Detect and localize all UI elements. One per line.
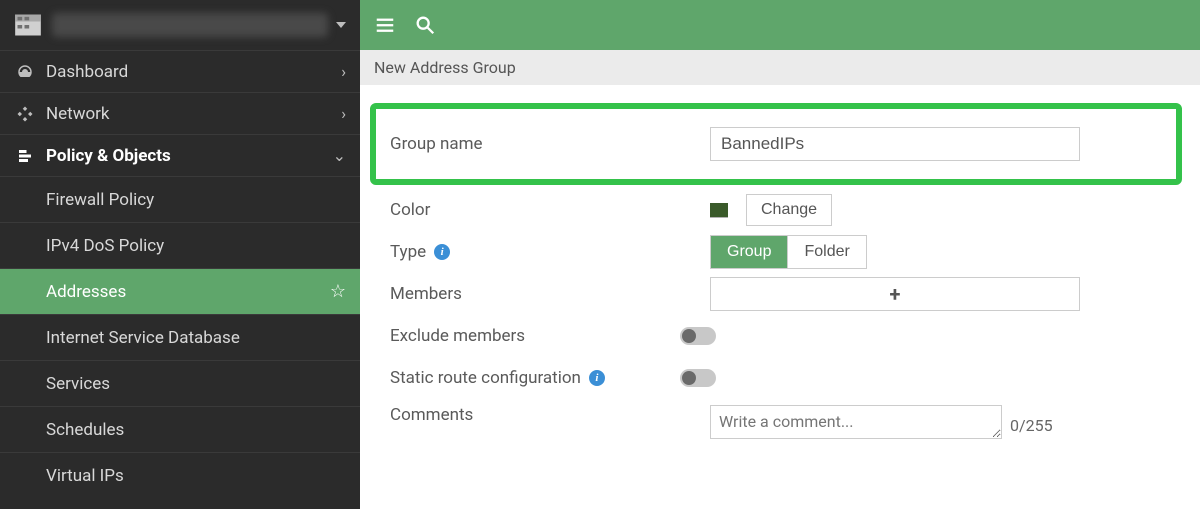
type-label: Type (390, 242, 426, 262)
plus-icon: + (890, 282, 901, 306)
sidebar-subitem-label: Schedules (46, 420, 346, 440)
star-icon[interactable]: ☆ (330, 281, 346, 302)
comments-label: Comments (390, 405, 710, 425)
breadcrumb: New Address Group (360, 50, 1200, 85)
exclude-members-row: Exclude members (370, 315, 1182, 357)
comments-count: 0/255 (1010, 416, 1053, 439)
sidebar-item-dashboard[interactable]: Dashboard › (0, 50, 360, 92)
color-row: Color Change (370, 189, 1182, 231)
type-segmented: Group Folder (710, 235, 867, 269)
chevron-right-icon: › (341, 104, 346, 123)
caret-down-icon (336, 22, 346, 28)
sidebar-nav: Dashboard › Network › Policy & Objects ⌄… (0, 50, 360, 498)
brand-label-redacted (52, 13, 328, 37)
breadcrumb-text: New Address Group (374, 58, 516, 77)
static-route-row: Static route configuration i (370, 357, 1182, 399)
sidebar: Dashboard › Network › Policy & Objects ⌄… (0, 0, 360, 509)
sidebar-item-policy-objects[interactable]: Policy & Objects ⌄ (0, 134, 360, 176)
type-option-folder[interactable]: Folder (788, 236, 865, 268)
hamburger-icon[interactable] (374, 14, 396, 36)
sidebar-subitem-label: Services (46, 374, 346, 394)
type-row: Type i Group Folder (370, 231, 1182, 273)
main-panel: New Address Group Group name Color Chang… (360, 0, 1200, 509)
brand-selector[interactable] (0, 0, 360, 50)
sidebar-subitem-firewall-policy[interactable]: Firewall Policy (0, 176, 360, 222)
sidebar-subitem-label: Virtual IPs (46, 466, 346, 486)
brand-logo-icon (14, 11, 42, 39)
network-icon (14, 105, 36, 123)
policy-icon (14, 147, 36, 165)
info-icon[interactable]: i (589, 370, 605, 386)
exclude-members-label: Exclude members (390, 326, 680, 346)
sidebar-subitem-services[interactable]: Services (0, 360, 360, 406)
sidebar-item-network[interactable]: Network › (0, 92, 360, 134)
sidebar-subitem-label: Addresses (46, 282, 330, 302)
group-name-label: Group name (390, 134, 710, 154)
type-option-group[interactable]: Group (711, 236, 788, 268)
chevron-right-icon: › (341, 62, 346, 81)
members-label: Members (390, 284, 710, 304)
sidebar-subitem-ipv4-dos-policy[interactable]: IPv4 DoS Policy (0, 222, 360, 268)
sidebar-subitem-schedules[interactable]: Schedules (0, 406, 360, 452)
comments-input[interactable] (710, 405, 1002, 439)
sidebar-subitem-label: IPv4 DoS Policy (46, 236, 346, 256)
exclude-members-toggle[interactable] (680, 327, 716, 345)
chevron-down-icon: ⌄ (333, 146, 346, 165)
sidebar-item-label: Dashboard (46, 62, 341, 82)
highlight-group-name: Group name (370, 103, 1182, 185)
sidebar-subitem-internet-service-database[interactable]: Internet Service Database (0, 314, 360, 360)
members-add-button[interactable]: + (710, 277, 1080, 311)
sidebar-subitem-virtual-ips[interactable]: Virtual IPs (0, 452, 360, 498)
sidebar-item-label: Policy & Objects (46, 146, 333, 166)
group-name-input[interactable] (710, 127, 1080, 161)
sidebar-subitem-label: Firewall Policy (46, 190, 346, 210)
sidebar-subitem-addresses[interactable]: Addresses ☆ (0, 268, 360, 314)
members-row: Members + (370, 273, 1182, 315)
sidebar-item-label: Network (46, 104, 341, 124)
dashboard-icon (14, 63, 36, 81)
search-icon[interactable] (414, 14, 436, 36)
color-label: Color (390, 200, 710, 220)
color-swatch-icon (710, 203, 728, 217)
static-route-toggle[interactable] (680, 369, 716, 387)
static-route-label: Static route configuration (390, 368, 581, 388)
topbar (360, 0, 1200, 50)
info-icon[interactable]: i (434, 244, 450, 260)
form-area: Group name Color Change Type i (360, 85, 1200, 441)
comments-row: Comments 0/255 (370, 399, 1182, 441)
color-change-button[interactable]: Change (746, 194, 832, 226)
sidebar-subitem-label: Internet Service Database (46, 328, 346, 348)
